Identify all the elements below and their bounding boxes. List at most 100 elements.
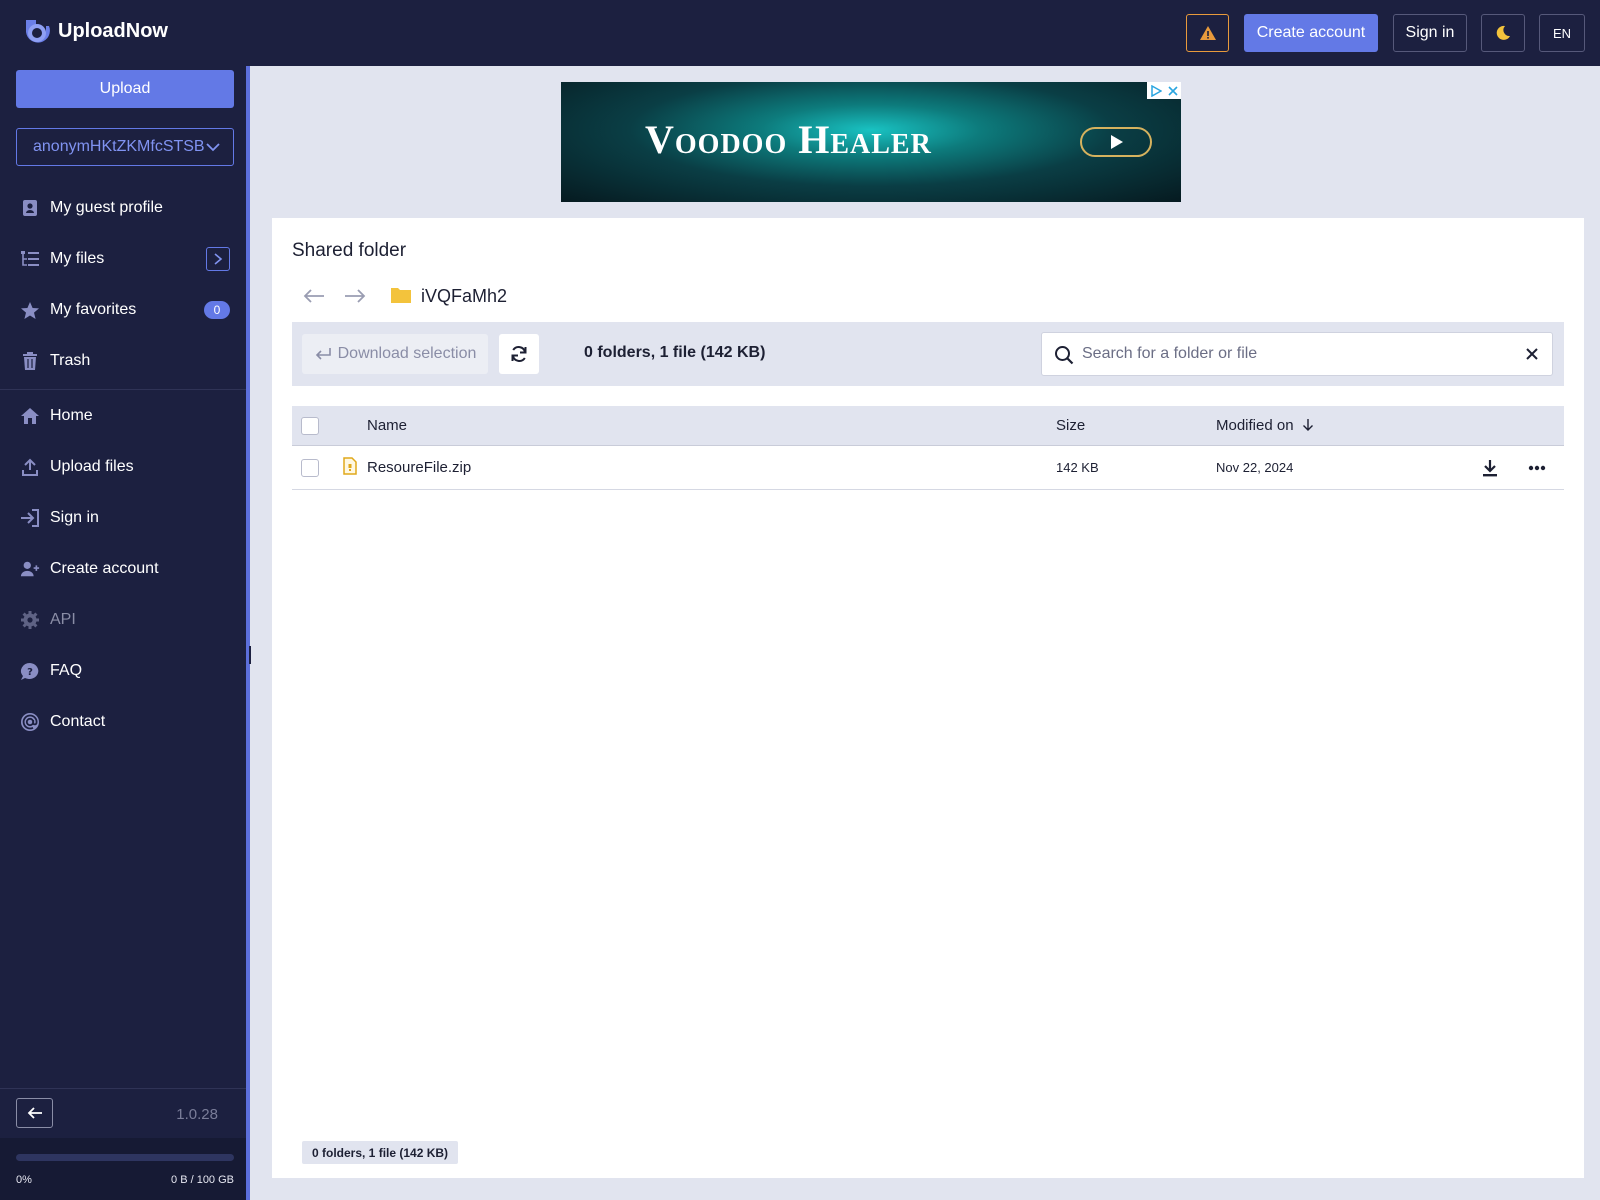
profile-card-icon — [20, 198, 40, 218]
expand-files-button[interactable] — [206, 247, 230, 271]
file-name[interactable]: ResoureFile.zip — [367, 459, 471, 476]
app-logo[interactable]: UploadNow — [22, 16, 168, 46]
return-arrow-icon — [315, 348, 331, 360]
folder-summary: 0 folders, 1 file (142 KB) — [584, 344, 766, 361]
sidebar-item-label: Contact — [50, 713, 106, 730]
file-table-header: Name Size Modified on — [292, 406, 1564, 446]
create-account-button[interactable]: Create account — [1244, 14, 1378, 52]
ad-choices[interactable] — [1147, 82, 1181, 99]
at-sign-icon — [20, 712, 40, 732]
sign-in-icon — [20, 508, 40, 528]
search-input[interactable] — [1082, 333, 1502, 375]
close-icon[interactable] — [1524, 346, 1540, 362]
sidebar-item-faq[interactable]: ? FAQ — [0, 651, 246, 691]
language-selector[interactable]: EN — [1539, 14, 1585, 52]
download-icon[interactable] — [1482, 459, 1498, 477]
file-tree-icon — [20, 249, 40, 269]
sidebar-item-label: My favorites — [50, 301, 137, 318]
storage-percent: 0% — [16, 1174, 32, 1186]
column-modified[interactable]: Modified on — [1216, 417, 1314, 434]
storage-usage: 0% 0 B / 100 GB — [0, 1138, 246, 1200]
ad-close-icon[interactable] — [1164, 82, 1181, 99]
sidebar: Upload anonymHKtZKMfcSTSB My guest profi… — [0, 66, 250, 1200]
sidebar-footer-divider — [0, 1088, 246, 1089]
favorites-count-badge: 0 — [204, 301, 230, 319]
download-selection-button[interactable]: Download selection — [302, 334, 488, 374]
sidebar-item-favorites[interactable]: My favorites 0 — [0, 290, 246, 330]
sidebar-item-label: My guest profile — [50, 199, 163, 216]
sidebar-item-api[interactable]: API — [0, 600, 246, 640]
sidebar-item-trash[interactable]: Trash — [0, 341, 246, 381]
home-icon — [20, 406, 40, 426]
ad-play-button[interactable] — [1080, 127, 1152, 157]
upload-icon — [20, 457, 40, 477]
sidebar-item-my-files[interactable]: My files — [0, 239, 246, 279]
warning-button[interactable] — [1186, 14, 1229, 52]
sidebar-item-create-account[interactable]: Create account — [0, 549, 246, 589]
ad-title: Voodoo Healer — [645, 117, 932, 162]
logo-icon — [26, 20, 50, 43]
select-all-checkbox[interactable] — [301, 417, 319, 435]
folder-icon — [391, 288, 411, 303]
sidebar-item-contact[interactable]: Contact — [0, 702, 246, 742]
play-icon — [1111, 135, 1123, 149]
table-row[interactable]: ResoureFile.zip 142 KB Nov 22, 2024 — [292, 446, 1564, 490]
column-modified-label: Modified on — [1216, 417, 1294, 434]
sidebar-item-label: Upload files — [50, 458, 134, 475]
account-name: anonymHKtZKMfcSTSB — [33, 138, 205, 155]
more-options-icon[interactable] — [1528, 465, 1546, 471]
sidebar-divider — [0, 389, 246, 390]
footer-summary-chip: 0 folders, 1 file (142 KB) — [302, 1141, 459, 1164]
add-user-icon — [20, 559, 40, 579]
ad-banner[interactable]: Voodoo Healer — [561, 82, 1181, 202]
sidebar-item-label: FAQ — [50, 662, 83, 679]
sidebar-item-label: Trash — [50, 352, 91, 369]
app-version: 1.0.28 — [176, 1106, 218, 1123]
storage-progress-bar — [16, 1154, 234, 1161]
moon-icon — [1496, 25, 1510, 40]
back-arrow-icon[interactable] — [302, 286, 326, 306]
column-size[interactable]: Size — [1056, 417, 1085, 434]
sidebar-item-upload-files[interactable]: Upload files — [0, 447, 246, 487]
chevron-right-icon — [214, 253, 223, 265]
sidebar-item-guest-profile[interactable]: My guest profile — [0, 188, 246, 228]
account-selector[interactable]: anonymHKtZKMfcSTSB — [16, 128, 234, 166]
search-box[interactable] — [1041, 332, 1553, 376]
sidebar-item-label: Sign in — [50, 509, 99, 526]
file-toolbar: Download selection 0 folders, 1 file (14… — [292, 322, 1564, 386]
page-title: Shared folder — [292, 240, 407, 261]
forward-arrow-icon[interactable] — [343, 286, 367, 306]
column-name[interactable]: Name — [367, 417, 407, 434]
sort-down-arrow-icon — [1302, 419, 1313, 431]
storage-used: 0 B / 100 GB — [171, 1174, 234, 1186]
upload-button[interactable]: Upload — [16, 70, 234, 108]
sidebar-item-home[interactable]: Home — [0, 396, 246, 436]
breadcrumb-folder-name[interactable]: iVQFaMh2 — [421, 286, 507, 307]
refresh-button[interactable] — [499, 334, 539, 374]
trash-icon — [20, 351, 40, 371]
sidebar-item-label: Home — [50, 407, 93, 424]
sidebar-resize-handle[interactable] — [249, 646, 251, 664]
dark-mode-toggle[interactable] — [1481, 14, 1525, 52]
ad-info-icon[interactable] — [1147, 82, 1164, 99]
gear-icon — [20, 610, 40, 630]
file-modified: Nov 22, 2024 — [1216, 460, 1294, 475]
app-name: UploadNow — [58, 19, 168, 42]
file-size: 142 KB — [1056, 460, 1099, 475]
arrow-left-icon — [27, 1107, 42, 1119]
collapse-sidebar-button[interactable] — [16, 1098, 53, 1128]
row-checkbox[interactable] — [301, 459, 319, 477]
sidebar-item-sign-in[interactable]: Sign in — [0, 498, 246, 538]
refresh-icon — [511, 346, 527, 362]
svg-text:?: ? — [27, 667, 33, 678]
zip-file-icon — [343, 457, 357, 475]
download-selection-label: Download selection — [337, 345, 477, 362]
question-bubble-icon: ? — [20, 661, 40, 681]
top-navbar: UploadNow Create account Sign in EN — [0, 0, 1600, 66]
chevron-down-icon — [206, 143, 220, 152]
sign-in-button[interactable]: Sign in — [1393, 14, 1467, 52]
search-icon — [1055, 346, 1074, 365]
sidebar-item-label: Create account — [50, 560, 159, 577]
sidebar-item-label: API — [50, 611, 76, 628]
star-icon — [20, 300, 40, 320]
